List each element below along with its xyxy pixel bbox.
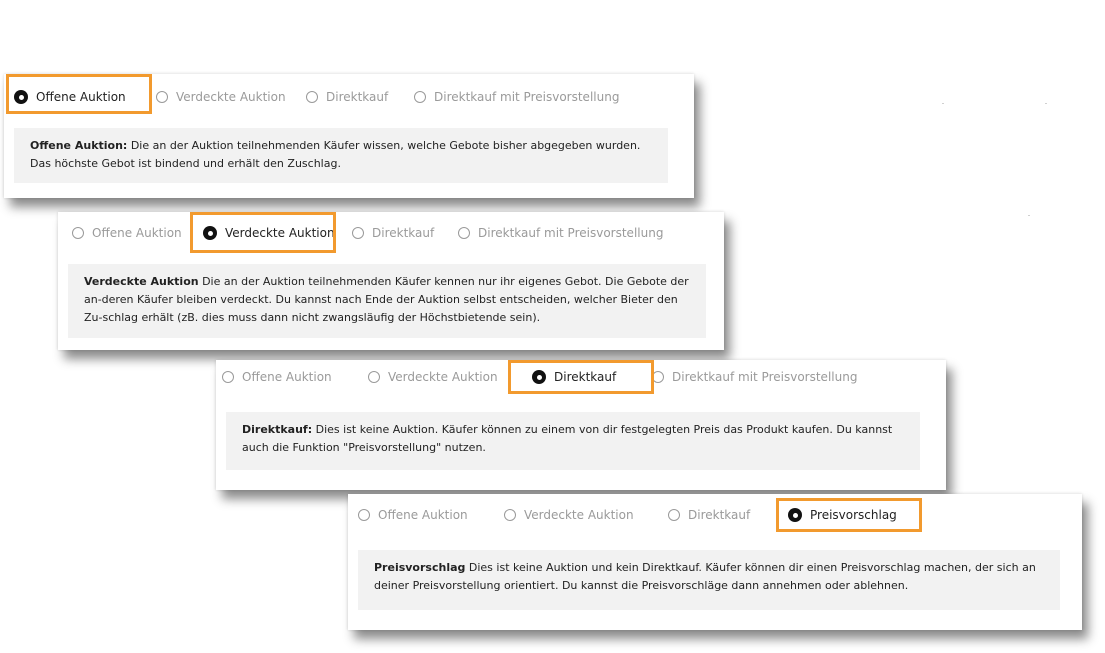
radio-direktkauf-preisvorstellung[interactable]: Direktkauf mit Preisvorstellung <box>652 366 857 388</box>
radio-direktkauf[interactable]: Direktkauf <box>306 86 388 108</box>
radio-unselected-icon <box>358 509 370 521</box>
radio-offene-auktion[interactable]: Offene Auktion <box>358 504 468 526</box>
radio-unselected-icon <box>414 91 426 103</box>
radio-label: Offene Auktion <box>92 226 182 240</box>
radio-unselected-icon <box>306 91 318 103</box>
radio-verdeckte-auktion[interactable]: Verdeckte Auktion <box>504 504 634 526</box>
radio-label: Offene Auktion <box>378 508 468 522</box>
description-title: Verdeckte Auktion <box>84 275 199 288</box>
radio-verdeckte-auktion[interactable]: Verdeckte Auktion <box>156 86 286 108</box>
radio-label: Direktkauf <box>326 90 389 104</box>
description-title: Offene Auktion: <box>30 139 128 152</box>
radio-unselected-icon <box>458 227 470 239</box>
radio-label: Verdeckte Auktion <box>524 508 634 522</box>
description-text: Dies ist keine Auktion und kein Direktka… <box>374 561 1036 592</box>
stray-mark <box>1028 215 1030 216</box>
auction-type-panel-2: Offene Auktion Verdeckte Auktion Direktk… <box>58 212 724 350</box>
radio-direktkauf[interactable]: Direktkauf <box>352 222 434 244</box>
radio-label: Verdeckte Auktion <box>176 90 286 104</box>
description-title: Direktkauf: <box>242 423 313 436</box>
radio-label: Direktkauf mit Preisvorstellung <box>478 226 664 240</box>
description-text: Dies ist keine Auktion. Käufer können zu… <box>242 423 893 454</box>
radio-unselected-icon <box>72 227 84 239</box>
auction-type-panel-1: Offene Auktion Verdeckte Auktion Direktk… <box>4 74 694 198</box>
radio-direktkauf-preisvorstellung[interactable]: Direktkauf mit Preisvorstellung <box>458 222 663 244</box>
description-box: Preisvorschlag Dies ist keine Auktion un… <box>358 550 1060 610</box>
radio-unselected-icon <box>222 371 234 383</box>
auction-type-panel-4: Offene Auktion Verdeckte Auktion Direktk… <box>348 494 1082 630</box>
selection-highlight <box>776 498 922 532</box>
description-box: Offene Auktion: Die an der Auktion teiln… <box>14 128 668 183</box>
selection-highlight <box>190 212 336 253</box>
description-box: Direktkauf: Dies ist keine Auktion. Käuf… <box>226 412 920 470</box>
radio-label: Offene Auktion <box>242 370 332 384</box>
stray-mark <box>942 103 944 104</box>
selection-highlight <box>508 360 654 394</box>
selection-highlight <box>6 74 152 114</box>
auction-type-panel-3: Offene Auktion Verdeckte Auktion Direktk… <box>216 360 946 490</box>
radio-unselected-icon <box>156 91 168 103</box>
radio-label: Direktkauf <box>688 508 751 522</box>
radio-unselected-icon <box>668 509 680 521</box>
radio-direktkauf[interactable]: Direktkauf <box>668 504 750 526</box>
radio-label: Direktkauf mit Preisvorstellung <box>434 90 620 104</box>
radio-offene-auktion[interactable]: Offene Auktion <box>222 366 332 388</box>
radio-label: Direktkauf mit Preisvorstellung <box>672 370 858 384</box>
radio-unselected-icon <box>368 371 380 383</box>
description-title: Preisvorschlag <box>374 561 466 574</box>
stray-mark <box>1045 103 1047 104</box>
radio-label: Verdeckte Auktion <box>388 370 498 384</box>
radio-offene-auktion[interactable]: Offene Auktion <box>72 222 182 244</box>
radio-unselected-icon <box>352 227 364 239</box>
description-box: Verdeckte Auktion Die an der Auktion tei… <box>68 264 706 338</box>
radio-label: Direktkauf <box>372 226 435 240</box>
radio-unselected-icon <box>504 509 516 521</box>
radio-direktkauf-preisvorstellung[interactable]: Direktkauf mit Preisvorstellung <box>414 86 619 108</box>
radio-verdeckte-auktion[interactable]: Verdeckte Auktion <box>368 366 498 388</box>
